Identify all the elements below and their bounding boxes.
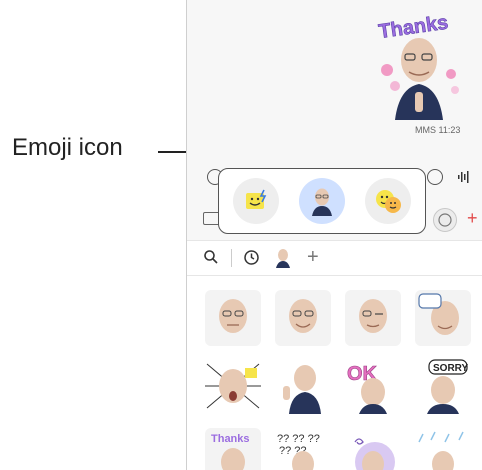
- search-icon[interactable]: [203, 249, 219, 265]
- sticker-tabs: +: [187, 240, 482, 276]
- sticker-avatar-cool[interactable]: [415, 290, 471, 346]
- sticker-avatar-dizzy[interactable]: [345, 428, 401, 470]
- plus-icon[interactable]: +: [307, 247, 319, 267]
- sticker-avatar-sorry[interactable]: SORRY: [415, 358, 471, 414]
- svg-text:Thanks: Thanks: [211, 433, 250, 445]
- emoji-type-popup: [218, 168, 426, 234]
- sticker-icon[interactable]: [433, 208, 457, 232]
- sticker-sorry-text: SORRY: [433, 363, 469, 374]
- sticker-thanks-text: Thanks: [377, 12, 449, 43]
- messaging-app-screen: Thanks MMS 11:23 + + OK SORRY Thanks ?? …: [186, 0, 482, 470]
- sticker-avatar-rain[interactable]: [415, 428, 471, 470]
- avatar-emoji-icon[interactable]: [299, 178, 345, 224]
- sticker-message[interactable]: Thanks: [369, 12, 467, 120]
- svg-text:?? ?? ??: ?? ?? ??: [277, 433, 320, 445]
- message-timestamp: MMS 11:23: [415, 125, 461, 135]
- voice-waveform-icon[interactable]: [457, 170, 471, 184]
- sticker-avatar-smile[interactable]: [275, 290, 331, 346]
- sticker-avatar-shock[interactable]: [205, 358, 261, 414]
- sticker-avatar-neutral[interactable]: [205, 290, 261, 346]
- sticker-avatar-confused[interactable]: ?? ?? ?? ?? ??: [275, 428, 331, 470]
- add-icon-red[interactable]: +: [467, 208, 478, 228]
- face-emoji-icon[interactable]: [365, 178, 411, 224]
- sticker-avatar-wink[interactable]: [345, 290, 401, 346]
- chat-thread: Thanks MMS 11:23: [187, 0, 482, 160]
- callout-label: Emoji icon: [12, 134, 123, 161]
- clock-icon[interactable]: [243, 249, 260, 266]
- sticker-avatar-wave[interactable]: [275, 358, 331, 414]
- sticker-avatar-thanks[interactable]: Thanks: [205, 428, 261, 470]
- emoji-sticker-icon[interactable]: [233, 178, 279, 224]
- emoji-toggle-icon[interactable]: [427, 169, 443, 185]
- tab-divider: [231, 249, 232, 267]
- sticker-avatar-ok[interactable]: OK: [345, 358, 401, 414]
- sticker-grid: OK SORRY Thanks ?? ?? ?? ?? ??: [187, 276, 482, 470]
- avatar-tab-icon[interactable]: [275, 248, 291, 268]
